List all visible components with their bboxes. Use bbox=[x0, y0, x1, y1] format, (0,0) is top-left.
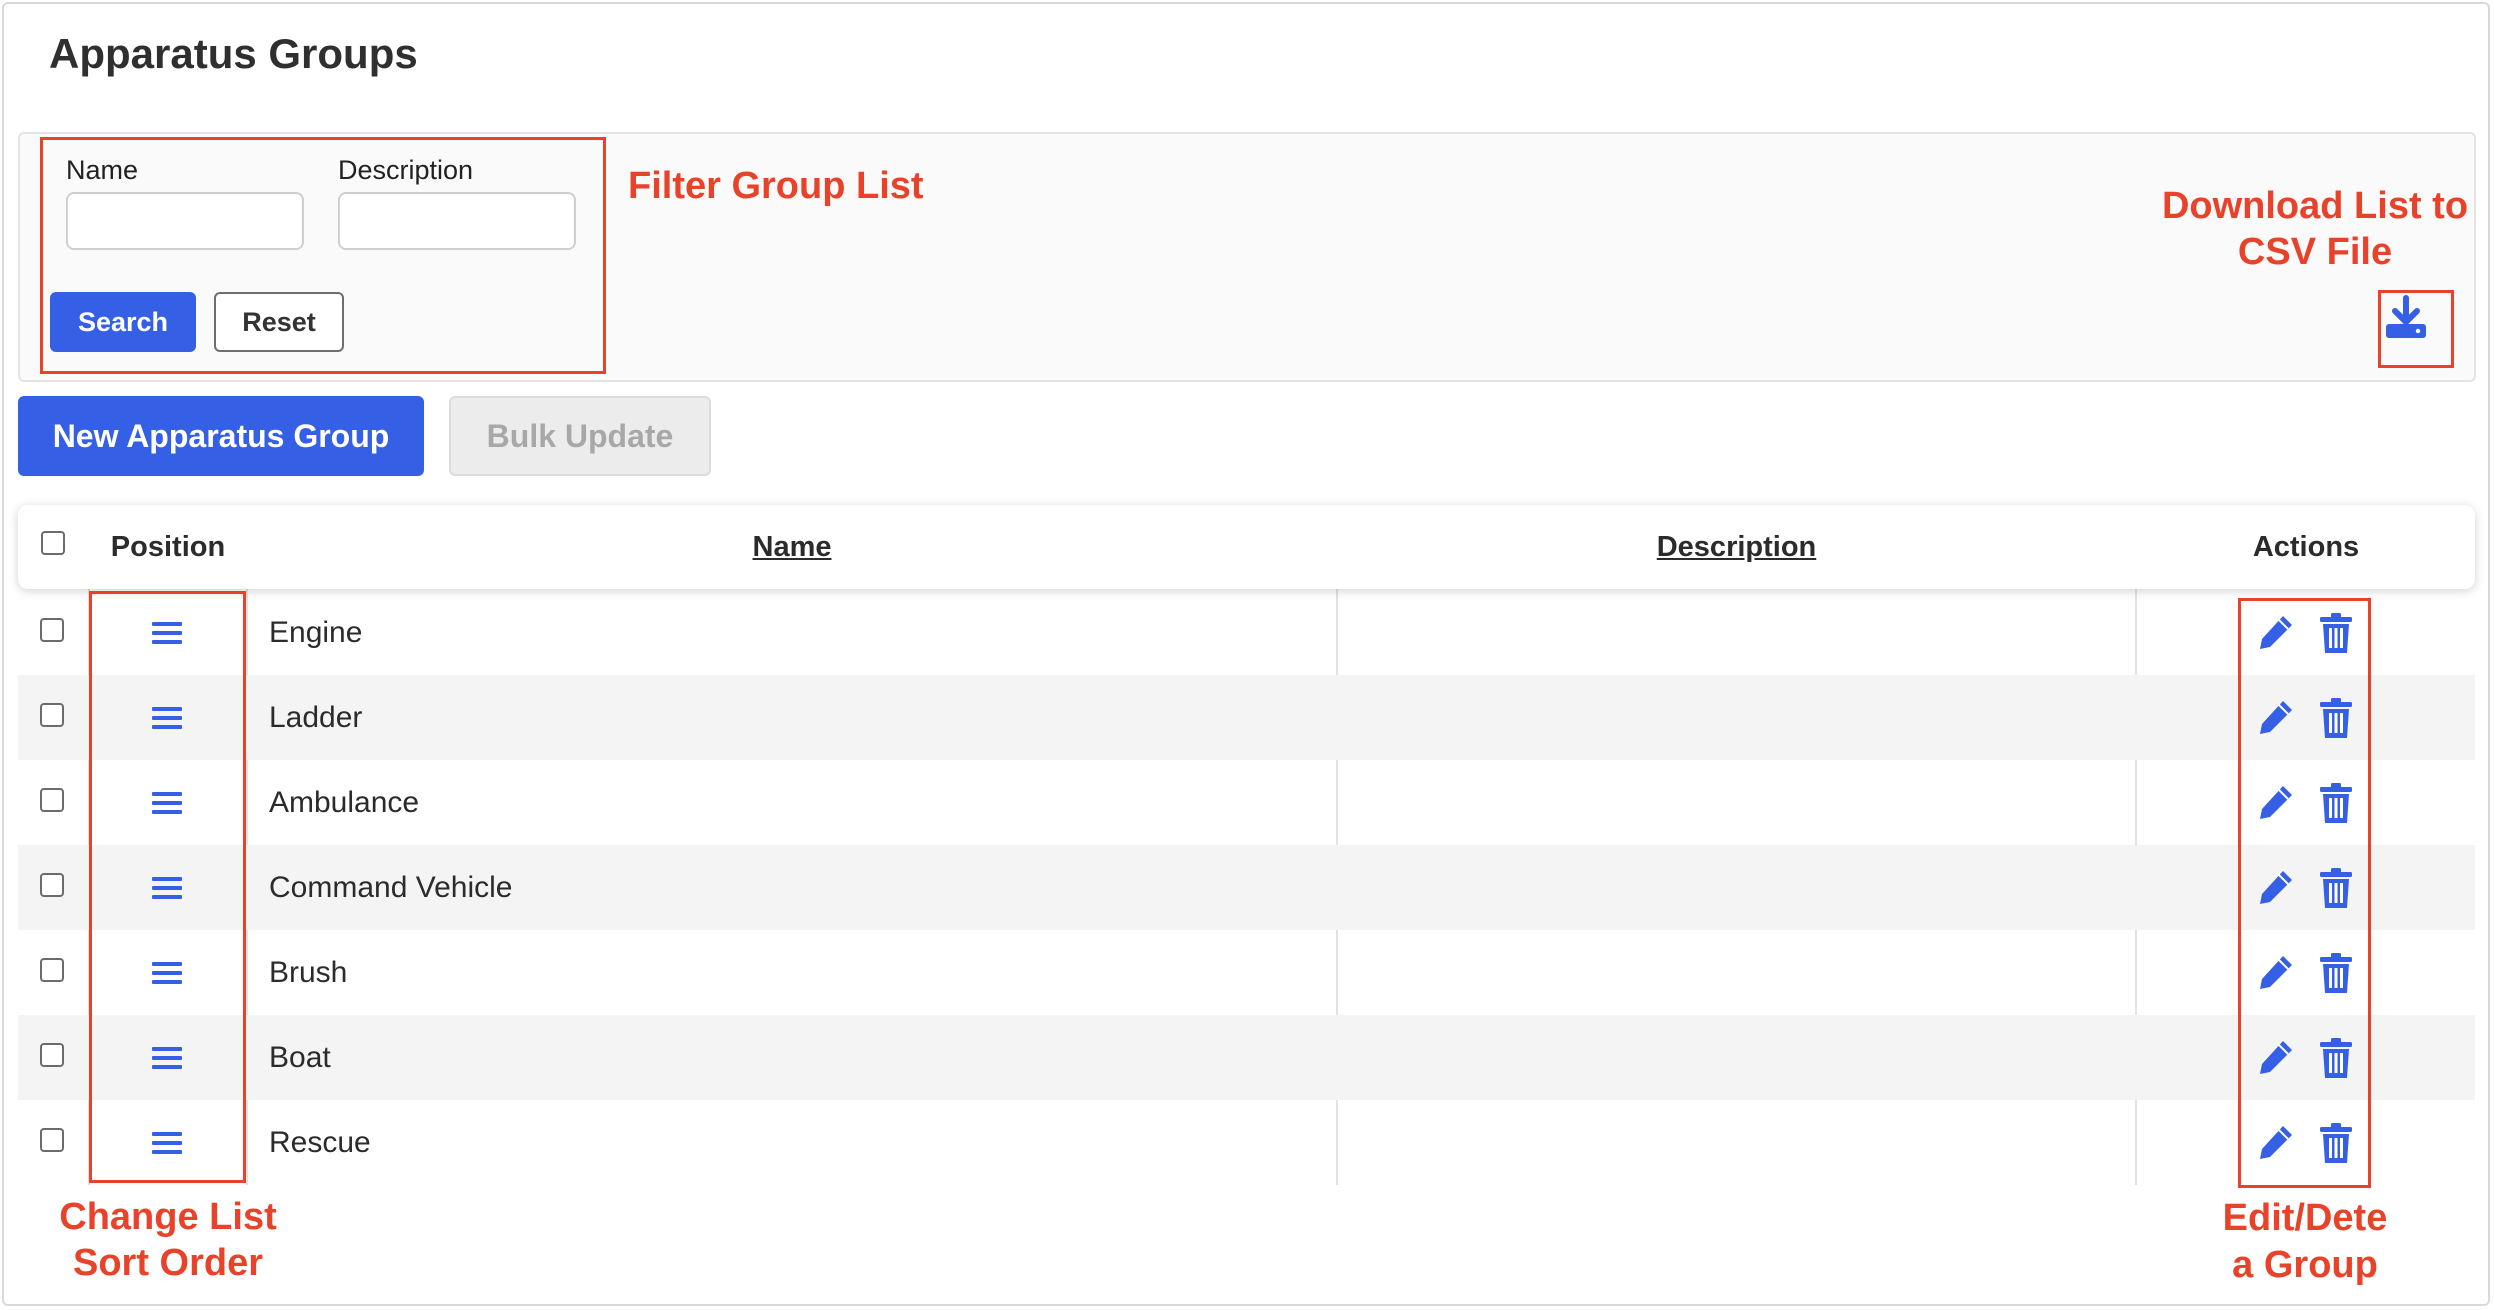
table-row: Boat bbox=[18, 1015, 2475, 1100]
table-row: Engine bbox=[18, 590, 2475, 675]
sort-annotation-line2: Sort Order bbox=[72, 1242, 264, 1284]
actions-annotation-box bbox=[2238, 598, 2371, 1188]
row-name: Engine bbox=[269, 616, 363, 649]
bulk-update-button[interactable]: Bulk Update bbox=[449, 396, 711, 476]
row-checkbox[interactable] bbox=[40, 618, 64, 642]
download-icon[interactable] bbox=[2382, 294, 2430, 342]
table-row: Ambulance bbox=[18, 760, 2475, 845]
row-name: Brush bbox=[269, 956, 348, 989]
row-checkbox[interactable] bbox=[40, 873, 64, 897]
select-all-checkbox[interactable] bbox=[41, 531, 65, 555]
column-header-actions: Actions bbox=[2252, 530, 2360, 563]
table-row: Brush bbox=[18, 930, 2475, 1015]
filter-annotation-text: Filter Group List bbox=[628, 165, 924, 207]
row-name: Boat bbox=[269, 1041, 331, 1074]
table-row: Ladder bbox=[18, 675, 2475, 760]
filter-annotation-box bbox=[40, 137, 606, 374]
actions-annotation-line1: Edit/Dete bbox=[2222, 1197, 2388, 1239]
new-apparatus-group-button[interactable]: New Apparatus Group bbox=[18, 396, 424, 476]
table-row: Command Vehicle bbox=[18, 845, 2475, 930]
column-header-position: Position bbox=[110, 530, 226, 563]
download-annotation-line2: CSV File bbox=[2237, 231, 2393, 273]
row-name: Command Vehicle bbox=[269, 871, 513, 904]
row-checkbox[interactable] bbox=[40, 1043, 64, 1067]
table-header: Position Name Description Actions bbox=[18, 505, 2475, 589]
row-name: Rescue bbox=[269, 1126, 371, 1159]
table-row: Rescue bbox=[18, 1100, 2475, 1185]
column-header-name[interactable]: Name bbox=[248, 505, 1336, 589]
row-checkbox[interactable] bbox=[40, 958, 64, 982]
row-checkbox[interactable] bbox=[40, 788, 64, 812]
row-checkbox[interactable] bbox=[40, 1128, 64, 1152]
page-title: Apparatus Groups bbox=[49, 30, 418, 77]
download-annotation-line1: Download List to bbox=[2161, 185, 2469, 227]
actions-annotation-line2: a Group bbox=[2232, 1244, 2378, 1286]
row-checkbox[interactable] bbox=[40, 703, 64, 727]
sort-annotation-line1: Change List bbox=[59, 1196, 277, 1238]
row-name: Ladder bbox=[269, 701, 363, 734]
row-name: Ambulance bbox=[269, 786, 420, 819]
sort-annotation-box bbox=[89, 591, 246, 1183]
column-header-description[interactable]: Description bbox=[1338, 505, 2135, 589]
